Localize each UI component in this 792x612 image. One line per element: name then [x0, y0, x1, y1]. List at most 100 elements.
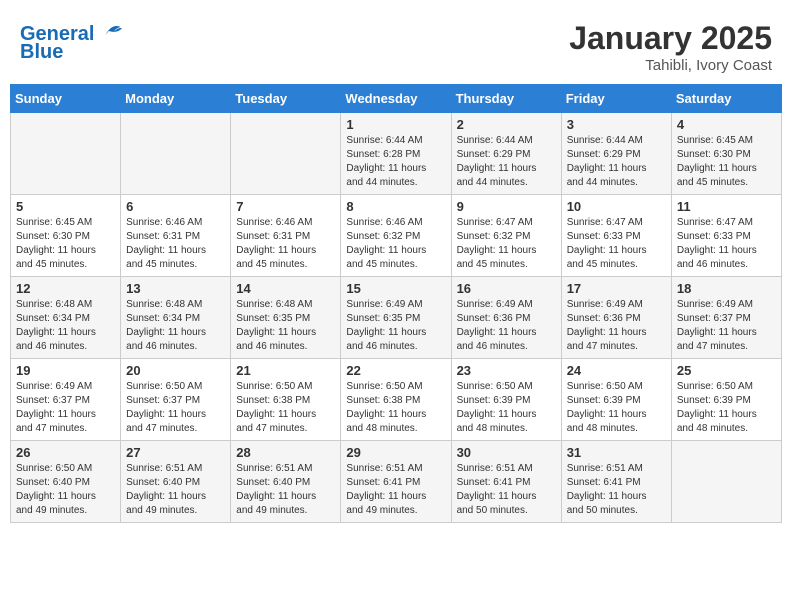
day-info: Sunrise: 6:51 AMSunset: 6:40 PMDaylight:… — [236, 462, 335, 518]
calendar-day-cell: 15 Sunrise: 6:49 AMSunset: 6:35 PMDayligh… — [341, 277, 451, 359]
calendar-week-row: 26 Sunrise: 6:50 AMSunset: 6:40 PMDayligh… — [11, 441, 782, 523]
day-number: 20 — [126, 363, 225, 378]
day-number: 2 — [457, 117, 556, 132]
calendar-week-row: 1 Sunrise: 6:44 AMSunset: 6:28 PMDaylight… — [11, 113, 782, 195]
day-number: 23 — [457, 363, 556, 378]
day-number: 26 — [16, 445, 115, 460]
day-number: 28 — [236, 445, 335, 460]
day-number: 29 — [346, 445, 445, 460]
calendar-day-cell: 29Sunrise: 6:51 AMSunset: 6:41 PMDayligh… — [341, 441, 451, 523]
calendar-day-cell — [231, 113, 341, 195]
calendar-day-cell: 20 Sunrise: 6:50 AMSunset: 6:37 PMDayligh… — [121, 359, 231, 441]
calendar-day-cell: 5 Sunrise: 6:45 AMSunset: 6:30 PMDaylight… — [11, 195, 121, 277]
calendar-day-cell: 9 Sunrise: 6:47 AMSunset: 6:32 PMDaylight… — [451, 195, 561, 277]
day-info: Sunrise: 6:50 AMSunset: 6:39 PMDaylight:… — [677, 380, 776, 436]
weekday-header: Sunday — [11, 85, 121, 113]
day-number: 14 — [236, 281, 335, 296]
day-number: 5 — [16, 199, 115, 214]
calendar-day-cell: 28 Sunrise: 6:51 AMSunset: 6:40 PMDayligh… — [231, 441, 341, 523]
weekday-header: Wednesday — [341, 85, 451, 113]
calendar-header-row: SundayMondayTuesdayWednesdayThursdayFrid… — [11, 85, 782, 113]
calendar-day-cell: 4 Sunrise: 6:45 AMSunset: 6:30 PMDaylight… — [671, 113, 781, 195]
day-number: 8 — [346, 199, 445, 214]
calendar-week-row: 5 Sunrise: 6:45 AMSunset: 6:30 PMDaylight… — [11, 195, 782, 277]
day-info: Sunrise: 6:49 AMSunset: 6:37 PMDaylight:… — [677, 298, 776, 354]
day-number: 1 — [346, 117, 445, 132]
day-info: Sunrise: 6:51 AMSunset: 6:40 PMDaylight:… — [126, 462, 225, 518]
day-info: Sunrise: 6:50 AMSunset: 6:38 PMDaylight:… — [236, 380, 335, 436]
calendar-day-cell: 8 Sunrise: 6:46 AMSunset: 6:32 PMDaylight… — [341, 195, 451, 277]
day-number: 30 — [457, 445, 556, 460]
day-info: Sunrise: 6:45 AMSunset: 6:30 PMDaylight:… — [16, 216, 115, 272]
day-number: 12 — [16, 281, 115, 296]
day-number: 11 — [677, 199, 776, 214]
calendar-day-cell: 11 Sunrise: 6:47 AMSunset: 6:33 PMDayligh… — [671, 195, 781, 277]
title-block: January 2025 Tahibli, Ivory Coast — [569, 20, 772, 74]
day-info: Sunrise: 6:49 AMSunset: 6:36 PMDaylight:… — [457, 298, 556, 354]
calendar-day-cell: 31 Sunrise: 6:51 AMSunset: 6:41 PMDayligh… — [561, 441, 671, 523]
calendar-day-cell: 3 Sunrise: 6:44 AMSunset: 6:29 PMDaylight… — [561, 113, 671, 195]
calendar-day-cell — [671, 441, 781, 523]
calendar-week-row: 19Sunrise: 6:49 AMSunset: 6:37 PMDayligh… — [11, 359, 782, 441]
day-info: Sunrise: 6:47 AMSunset: 6:32 PMDaylight:… — [457, 216, 556, 272]
day-info: Sunrise: 6:50 AMSunset: 6:39 PMDaylight:… — [567, 380, 666, 436]
day-number: 16 — [457, 281, 556, 296]
calendar-day-cell: 17 Sunrise: 6:49 AMSunset: 6:36 PMDayligh… — [561, 277, 671, 359]
day-info: Sunrise: 6:50 AMSunset: 6:38 PMDaylight:… — [346, 380, 445, 436]
month-title: January 2025 — [569, 20, 772, 57]
day-number: 7 — [236, 199, 335, 214]
calendar-day-cell: 30 Sunrise: 6:51 AMSunset: 6:41 PMDayligh… — [451, 441, 561, 523]
calendar-day-cell: 18 Sunrise: 6:49 AMSunset: 6:37 PMDayligh… — [671, 277, 781, 359]
day-info: Sunrise: 6:48 AMSunset: 6:34 PMDaylight:… — [16, 298, 115, 354]
calendar-day-cell — [11, 113, 121, 195]
calendar-day-cell: 26 Sunrise: 6:50 AMSunset: 6:40 PMDayligh… — [11, 441, 121, 523]
day-info: Sunrise: 6:50 AMSunset: 6:37 PMDaylight:… — [126, 380, 225, 436]
day-info: Sunrise: 6:47 AMSunset: 6:33 PMDaylight:… — [677, 216, 776, 272]
day-info: Sunrise: 6:50 AMSunset: 6:40 PMDaylight:… — [16, 462, 115, 518]
day-info: Sunrise: 6:51 AMSunset: 6:41 PMDaylight:… — [567, 462, 666, 518]
day-info: Sunrise: 6:49 AMSunset: 6:36 PMDaylight:… — [567, 298, 666, 354]
day-number: 17 — [567, 281, 666, 296]
day-info: Sunrise: 6:49 AMSunset: 6:35 PMDaylight:… — [346, 298, 445, 354]
weekday-header: Saturday — [671, 85, 781, 113]
day-info: Sunrise: 6:51 AMSunset: 6:41 PMDaylight:… — [457, 462, 556, 518]
day-number: 27 — [126, 445, 225, 460]
calendar-day-cell: 10Sunrise: 6:47 AMSunset: 6:33 PMDayligh… — [561, 195, 671, 277]
day-number: 15 — [346, 281, 445, 296]
day-info: Sunrise: 6:48 AMSunset: 6:35 PMDaylight:… — [236, 298, 335, 354]
day-number: 19 — [16, 363, 115, 378]
weekday-header: Monday — [121, 85, 231, 113]
calendar-day-cell: 1 Sunrise: 6:44 AMSunset: 6:28 PMDaylight… — [341, 113, 451, 195]
day-number: 13 — [126, 281, 225, 296]
calendar-day-cell: 12 Sunrise: 6:48 AMSunset: 6:34 PMDayligh… — [11, 277, 121, 359]
day-info: Sunrise: 6:44 AMSunset: 6:29 PMDaylight:… — [567, 134, 666, 190]
day-info: Sunrise: 6:48 AMSunset: 6:34 PMDaylight:… — [126, 298, 225, 354]
day-number: 3 — [567, 117, 666, 132]
calendar-day-cell: 23Sunrise: 6:50 AMSunset: 6:39 PMDayligh… — [451, 359, 561, 441]
weekday-header: Tuesday — [231, 85, 341, 113]
location: Tahibli, Ivory Coast — [569, 57, 772, 74]
calendar-day-cell: 25 Sunrise: 6:50 AMSunset: 6:39 PMDayligh… — [671, 359, 781, 441]
day-info: Sunrise: 6:45 AMSunset: 6:30 PMDaylight:… — [677, 134, 776, 190]
calendar-day-cell: 6Sunrise: 6:46 AMSunset: 6:31 PMDaylight… — [121, 195, 231, 277]
calendar-day-cell: 21 Sunrise: 6:50 AMSunset: 6:38 PMDayligh… — [231, 359, 341, 441]
logo: General Blue — [20, 20, 122, 64]
day-number: 21 — [236, 363, 335, 378]
calendar-day-cell: 27 Sunrise: 6:51 AMSunset: 6:40 PMDayligh… — [121, 441, 231, 523]
calendar-day-cell: 22Sunrise: 6:50 AMSunset: 6:38 PMDayligh… — [341, 359, 451, 441]
day-number: 18 — [677, 281, 776, 296]
calendar-day-cell: 13 Sunrise: 6:48 AMSunset: 6:34 PMDayligh… — [121, 277, 231, 359]
weekday-header: Thursday — [451, 85, 561, 113]
day-number: 4 — [677, 117, 776, 132]
day-info: Sunrise: 6:44 AMSunset: 6:29 PMDaylight:… — [457, 134, 556, 190]
calendar-table: SundayMondayTuesdayWednesdayThursdayFrid… — [10, 84, 782, 523]
day-number: 31 — [567, 445, 666, 460]
day-number: 24 — [567, 363, 666, 378]
day-info: Sunrise: 6:46 AMSunset: 6:31 PMDaylight:… — [236, 216, 335, 272]
weekday-header: Friday — [561, 85, 671, 113]
day-info: Sunrise: 6:44 AMSunset: 6:28 PMDaylight:… — [346, 134, 445, 190]
day-info: Sunrise: 6:46 AMSunset: 6:31 PMDaylight:… — [126, 216, 225, 272]
day-info: Sunrise: 6:46 AMSunset: 6:32 PMDaylight:… — [346, 216, 445, 272]
day-number: 9 — [457, 199, 556, 214]
day-number: 25 — [677, 363, 776, 378]
